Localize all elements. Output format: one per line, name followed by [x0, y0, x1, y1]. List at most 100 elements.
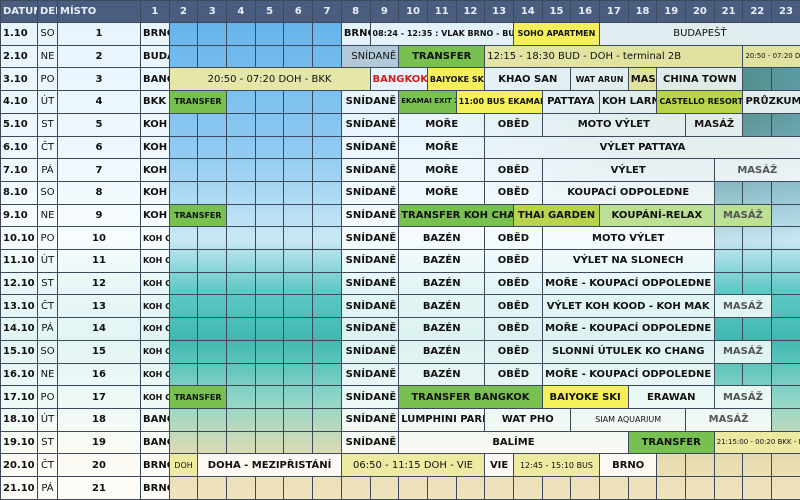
- empty-cell[interactable]: [254, 44, 285, 69]
- empty-cell[interactable]: [254, 90, 285, 114]
- date-cell[interactable]: 5.10: [0, 112, 38, 137]
- day-cell[interactable]: SO: [37, 180, 58, 205]
- empty-cell[interactable]: [226, 362, 256, 387]
- empty-cell[interactable]: [627, 476, 658, 500]
- event-cell[interactable]: MASÁŽ: [713, 339, 773, 364]
- empty-cell[interactable]: [713, 226, 744, 251]
- empty-cell[interactable]: [168, 249, 199, 273]
- empty-cell[interactable]: [685, 476, 715, 500]
- event-cell[interactable]: SNÍDANĚ: [340, 135, 400, 160]
- empty-cell[interactable]: [312, 339, 342, 364]
- event-cell[interactable]: BAZÉN: [398, 317, 486, 341]
- empty-cell[interactable]: [226, 44, 256, 69]
- place-cell[interactable]: KOH CHANG: [140, 362, 170, 387]
- header-hour[interactable]: 1: [140, 0, 170, 23]
- event-cell[interactable]: DOHA - MEZIPŘISTÁNÍ: [197, 453, 342, 478]
- date-cell[interactable]: 12.10: [0, 271, 38, 296]
- day-number-cell[interactable]: 7: [57, 158, 141, 182]
- empty-cell[interactable]: [197, 249, 228, 273]
- empty-cell[interactable]: [713, 249, 744, 273]
- day-cell[interactable]: ÚT: [37, 90, 58, 114]
- event-cell[interactable]: PRŮZKUM: [742, 90, 800, 114]
- day-cell[interactable]: ČT: [37, 135, 58, 160]
- event-cell[interactable]: SNÍDANĚ: [340, 203, 400, 228]
- event-cell[interactable]: LUMPHINI PARK: [398, 407, 486, 432]
- empty-cell[interactable]: [254, 430, 285, 455]
- event-cell[interactable]: 21:15:00 - 00:20 BKK - DOH: [713, 430, 800, 455]
- header-misto[interactable]: MÍSTO: [57, 0, 141, 23]
- empty-cell[interactable]: [226, 385, 256, 409]
- event-cell[interactable]: BALÍME: [398, 430, 629, 455]
- empty-cell[interactable]: [771, 453, 800, 478]
- empty-cell[interactable]: [541, 476, 572, 500]
- empty-cell[interactable]: [283, 385, 314, 409]
- empty-cell[interactable]: [369, 476, 400, 500]
- event-cell[interactable]: VÝLET PATTAYA: [484, 135, 800, 160]
- event-cell[interactable]: KOUPÁNÍ-RELAX: [599, 203, 715, 228]
- empty-cell[interactable]: [226, 158, 256, 182]
- date-cell[interactable]: 14.10: [0, 317, 38, 341]
- header-hour[interactable]: 15: [541, 0, 572, 23]
- day-cell[interactable]: ST: [37, 430, 58, 455]
- date-cell[interactable]: 9.10: [0, 203, 38, 228]
- empty-cell[interactable]: [742, 249, 773, 273]
- event-cell[interactable]: BAIYOKE SKI: [541, 385, 629, 409]
- day-cell[interactable]: NE: [37, 44, 58, 69]
- event-cell[interactable]: MOŘE: [398, 112, 486, 137]
- empty-cell[interactable]: [570, 476, 600, 500]
- empty-cell[interactable]: [254, 22, 285, 46]
- event-cell[interactable]: TRANSFER: [168, 90, 228, 114]
- event-cell[interactable]: WAT PHO: [484, 407, 572, 432]
- event-cell[interactable]: KHAO SAN: [484, 67, 572, 92]
- empty-cell[interactable]: [512, 476, 543, 500]
- event-cell[interactable]: 08:24 - 12:35 : VLAK BRNO - BUDAPEST: [369, 22, 514, 46]
- empty-cell[interactable]: [168, 226, 199, 251]
- event-cell[interactable]: MASÁŽ: [713, 158, 800, 182]
- empty-cell[interactable]: [771, 317, 800, 341]
- event-cell[interactable]: THAI GARDEN: [512, 203, 601, 228]
- empty-cell[interactable]: [197, 407, 228, 432]
- empty-cell[interactable]: [283, 430, 314, 455]
- date-cell[interactable]: 3.10: [0, 67, 38, 92]
- event-cell[interactable]: SNÍDANĚ: [340, 271, 400, 296]
- event-cell[interactable]: TRANSFER KOH CHANG: [398, 203, 514, 228]
- date-cell[interactable]: 18.10: [0, 407, 38, 432]
- empty-cell[interactable]: [283, 362, 314, 387]
- day-cell[interactable]: SO: [37, 22, 58, 46]
- empty-cell[interactable]: [656, 476, 687, 500]
- day-cell[interactable]: ČT: [37, 294, 58, 319]
- empty-cell[interactable]: [254, 112, 285, 137]
- header-hour[interactable]: 14: [512, 0, 543, 23]
- date-cell[interactable]: 15.10: [0, 339, 38, 364]
- empty-cell[interactable]: [312, 294, 342, 319]
- day-cell[interactable]: PÁ: [37, 317, 58, 341]
- empty-cell[interactable]: [283, 226, 314, 251]
- empty-cell[interactable]: [254, 203, 285, 228]
- empty-cell[interactable]: [771, 385, 800, 409]
- empty-cell[interactable]: [254, 271, 285, 296]
- empty-cell[interactable]: [168, 294, 199, 319]
- event-cell[interactable]: BRNO: [598, 453, 658, 478]
- event-cell[interactable]: MOŘE - KOUPACÍ ODPOLEDNE: [541, 271, 715, 296]
- event-cell[interactable]: BAZÉN: [398, 249, 486, 273]
- empty-cell[interactable]: [226, 203, 256, 228]
- empty-cell[interactable]: [312, 44, 342, 69]
- event-cell[interactable]: MASÁŽ: [713, 385, 773, 409]
- empty-cell[interactable]: [713, 317, 744, 341]
- event-cell[interactable]: MOTO VÝLET: [541, 226, 715, 251]
- date-cell[interactable]: 20.10: [0, 453, 38, 478]
- event-cell[interactable]: 12:45 - 15:10 BUS: [512, 453, 601, 478]
- event-cell[interactable]: MOŘE - KOUPACÍ ODPOLEDNE: [541, 362, 715, 387]
- empty-cell[interactable]: [742, 476, 773, 500]
- header-hour[interactable]: 3: [197, 0, 228, 23]
- empty-cell[interactable]: [656, 453, 687, 478]
- empty-cell[interactable]: [484, 476, 514, 500]
- event-cell[interactable]: OBĚD: [484, 180, 543, 205]
- empty-cell[interactable]: [283, 317, 314, 341]
- empty-cell[interactable]: [312, 203, 342, 228]
- empty-cell[interactable]: [226, 112, 256, 137]
- empty-cell[interactable]: [283, 294, 314, 319]
- event-cell[interactable]: OBĚD: [484, 158, 543, 182]
- day-number-cell[interactable]: 14: [57, 317, 141, 341]
- empty-cell[interactable]: [713, 453, 744, 478]
